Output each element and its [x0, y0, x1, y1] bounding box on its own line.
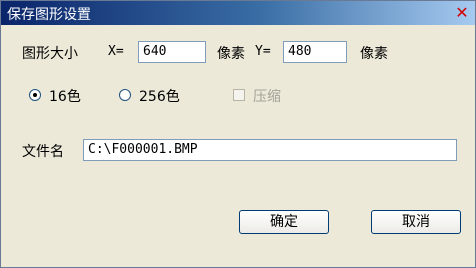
filename-label: 文件名	[22, 144, 64, 160]
x-unit-label: 像素	[217, 46, 245, 62]
radio-256-colors-label[interactable]: 256色	[139, 86, 180, 106]
size-label: 图形大小	[22, 46, 78, 62]
ok-button[interactable]: 确定	[239, 210, 329, 234]
window-title: 保存图形设置	[7, 7, 91, 23]
x-label: X=	[108, 44, 124, 59]
width-input[interactable]: 640	[138, 41, 206, 63]
radio-16-colors[interactable]	[29, 89, 41, 101]
close-icon[interactable]: ✕	[453, 4, 471, 22]
save-graphics-dialog: 保存图形设置 ✕ 图形大小 X= 640 像素 Y= 480 像素 16色 25…	[0, 0, 476, 268]
compress-checkbox[interactable]	[233, 89, 245, 101]
radio-16-colors-label[interactable]: 16色	[49, 86, 81, 106]
compress-label: 压缩	[253, 89, 281, 105]
cancel-button[interactable]: 取消	[371, 210, 461, 234]
title-bar[interactable]: 保存图形设置 ✕	[1, 1, 475, 25]
radio-256-colors[interactable]	[119, 89, 131, 101]
y-unit-label: 像素	[360, 46, 388, 62]
filename-input[interactable]: C:\F000001.BMP	[83, 139, 457, 161]
y-label: Y=	[255, 44, 271, 59]
height-input[interactable]: 480	[283, 41, 347, 63]
